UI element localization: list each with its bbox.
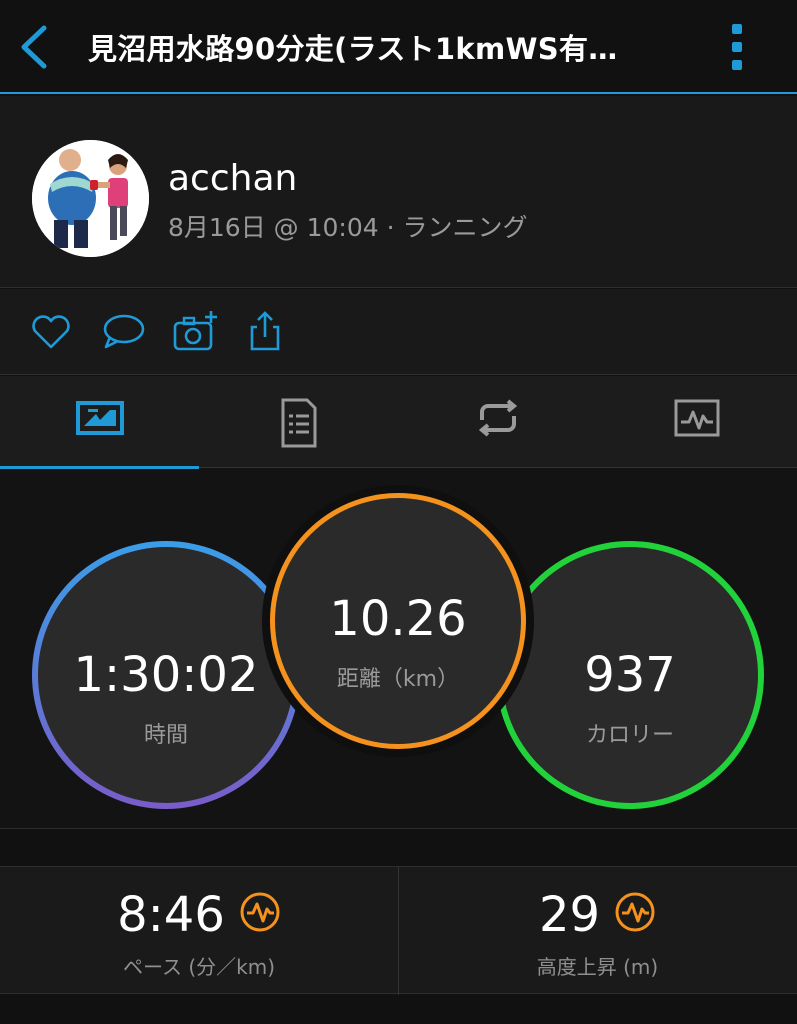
pulse-badge-icon <box>240 892 280 932</box>
tab-laps[interactable] <box>398 376 597 468</box>
document-icon <box>281 398 316 448</box>
chart-icon <box>674 399 719 437</box>
pace-value: 8:46 <box>117 887 225 943</box>
kebab-menu-button[interactable] <box>726 24 750 70</box>
distance-label: 距離（km） <box>336 667 460 692</box>
comment-icon <box>103 314 145 349</box>
kebab-dot <box>732 42 742 52</box>
secondary-metrics: 8:46 ペース (分／km) 29 高度上昇 (m) <box>0 866 797 995</box>
calories-label: カロリー <box>585 723 674 748</box>
avatar[interactable] <box>32 140 149 257</box>
time-value: 1:30:02 <box>73 647 259 703</box>
tab-charts[interactable] <box>597 376 796 468</box>
add-photo-icon <box>173 311 217 351</box>
distance-ring-shadow: 10.26 距離（km） <box>262 485 534 757</box>
action-bar <box>0 289 797 375</box>
kebab-dot <box>732 60 742 70</box>
calories-ring: 937 カロリー <box>496 541 764 809</box>
pulse-badge-icon <box>615 892 655 932</box>
summary-stats: 1:30:02 時間 937 カロリー 10.26 距離（km） <box>0 469 797 829</box>
pace-metric[interactable]: 8:46 ペース (分／km) <box>0 867 398 995</box>
share-button[interactable] <box>245 309 289 353</box>
tab-overview[interactable] <box>0 376 199 469</box>
overview-icon <box>75 401 124 435</box>
app-header: 見沼用水路90分走(ラスト1kmWS有… <box>0 0 797 94</box>
distance-value: 10.26 <box>329 591 467 647</box>
elevation-label: 高度上昇 (m) <box>536 955 659 979</box>
elevation-value: 29 <box>538 887 601 943</box>
calories-value: 937 <box>584 647 676 703</box>
elevation-metric[interactable]: 29 高度上昇 (m) <box>398 867 796 995</box>
add-photo-button[interactable] <box>172 309 217 353</box>
chevron-left-icon <box>21 25 47 69</box>
heart-icon <box>32 315 70 349</box>
like-button[interactable] <box>29 309 73 353</box>
username[interactable]: acchan <box>168 158 297 199</box>
comment-button[interactable] <box>100 309 145 353</box>
activity-profile: acchan 8月16日 @ 10:04 · ランニング <box>0 96 797 288</box>
activity-meta: 8月16日 @ 10:04 · ランニング <box>168 213 528 242</box>
activity-tabs <box>0 376 797 469</box>
time-ring: 1:30:02 時間 <box>32 541 300 809</box>
tab-details[interactable] <box>199 376 398 468</box>
distance-ring: 10.26 距離（km） <box>270 493 526 749</box>
share-icon <box>250 311 280 351</box>
page-title: 見沼用水路90分走(ラスト1kmWS有… <box>88 32 618 66</box>
loop-icon <box>478 399 517 437</box>
kebab-dot <box>732 24 742 34</box>
pace-label: ペース (分／km) <box>122 955 276 979</box>
time-label: 時間 <box>143 723 188 748</box>
back-button[interactable] <box>14 24 54 70</box>
